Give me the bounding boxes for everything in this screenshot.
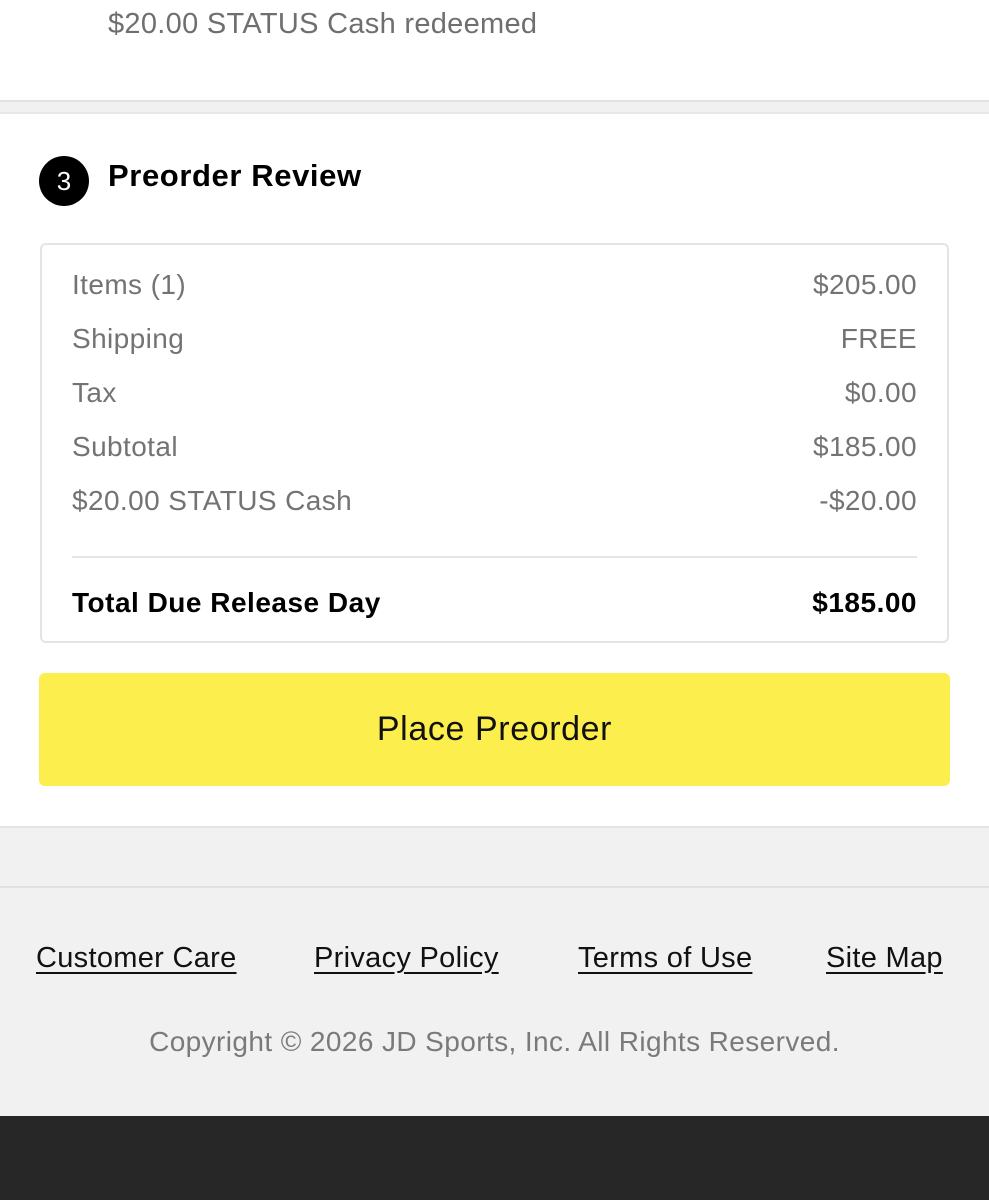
section-divider bbox=[0, 100, 989, 114]
footer-link-site-map[interactable]: Site Map bbox=[826, 942, 943, 975]
summary-row-shipping: Shipping FREE bbox=[72, 323, 917, 363]
status-cash-section: $20.00 STATUS Cash redeemed bbox=[0, 0, 989, 100]
section-title: Preorder Review bbox=[108, 158, 362, 193]
summary-label: $20.00 STATUS Cash bbox=[72, 485, 353, 516]
total-label: Total Due Release Day bbox=[72, 587, 381, 618]
summary-value: -$20.00 bbox=[819, 485, 917, 516]
footer-link-terms-of-use[interactable]: Terms of Use bbox=[578, 942, 752, 975]
bottom-bar bbox=[0, 1116, 989, 1200]
total-row: Total Due Release Day $185.00 bbox=[72, 587, 917, 627]
footer-link-customer-care[interactable]: Customer Care bbox=[36, 942, 237, 975]
copyright-text: Copyright © 2026 JD Sports, Inc. All Rig… bbox=[149, 1026, 840, 1057]
summary-divider bbox=[72, 556, 917, 558]
summary-row-subtotal: Subtotal $185.00 bbox=[72, 431, 917, 471]
summary-value: $0.00 bbox=[844, 377, 917, 408]
order-summary-box: Items (1) $205.00 Shipping FREE Tax $0.0… bbox=[40, 243, 949, 643]
summary-label: Shipping bbox=[72, 323, 185, 354]
place-preorder-button[interactable]: Place Preorder bbox=[39, 673, 950, 786]
total-value: $185.00 bbox=[812, 587, 917, 618]
summary-row-status-cash: $20.00 STATUS Cash -$20.00 bbox=[72, 485, 917, 525]
summary-label: Tax bbox=[72, 377, 117, 408]
checkout-page: $20.00 STATUS Cash redeemed 3 Preorder R… bbox=[0, 0, 989, 1200]
summary-value: FREE bbox=[840, 323, 917, 354]
summary-row-tax: Tax $0.00 bbox=[72, 377, 917, 417]
footer: Customer Care Privacy Policy Terms of Us… bbox=[0, 888, 989, 1116]
summary-label: Subtotal bbox=[72, 431, 178, 462]
spacer-band bbox=[0, 826, 989, 888]
summary-value: $185.00 bbox=[812, 431, 917, 462]
summary-row-items: Items (1) $205.00 bbox=[72, 269, 917, 309]
preorder-review-section: 3 Preorder Review Items (1) $205.00 Ship… bbox=[0, 114, 989, 826]
status-cash-redeemed-text: $20.00 STATUS Cash redeemed bbox=[108, 8, 538, 40]
footer-link-privacy-policy[interactable]: Privacy Policy bbox=[314, 942, 499, 975]
summary-label: Items (1) bbox=[72, 269, 187, 300]
summary-value: $205.00 bbox=[812, 269, 917, 300]
step-number-badge: 3 bbox=[39, 156, 89, 206]
